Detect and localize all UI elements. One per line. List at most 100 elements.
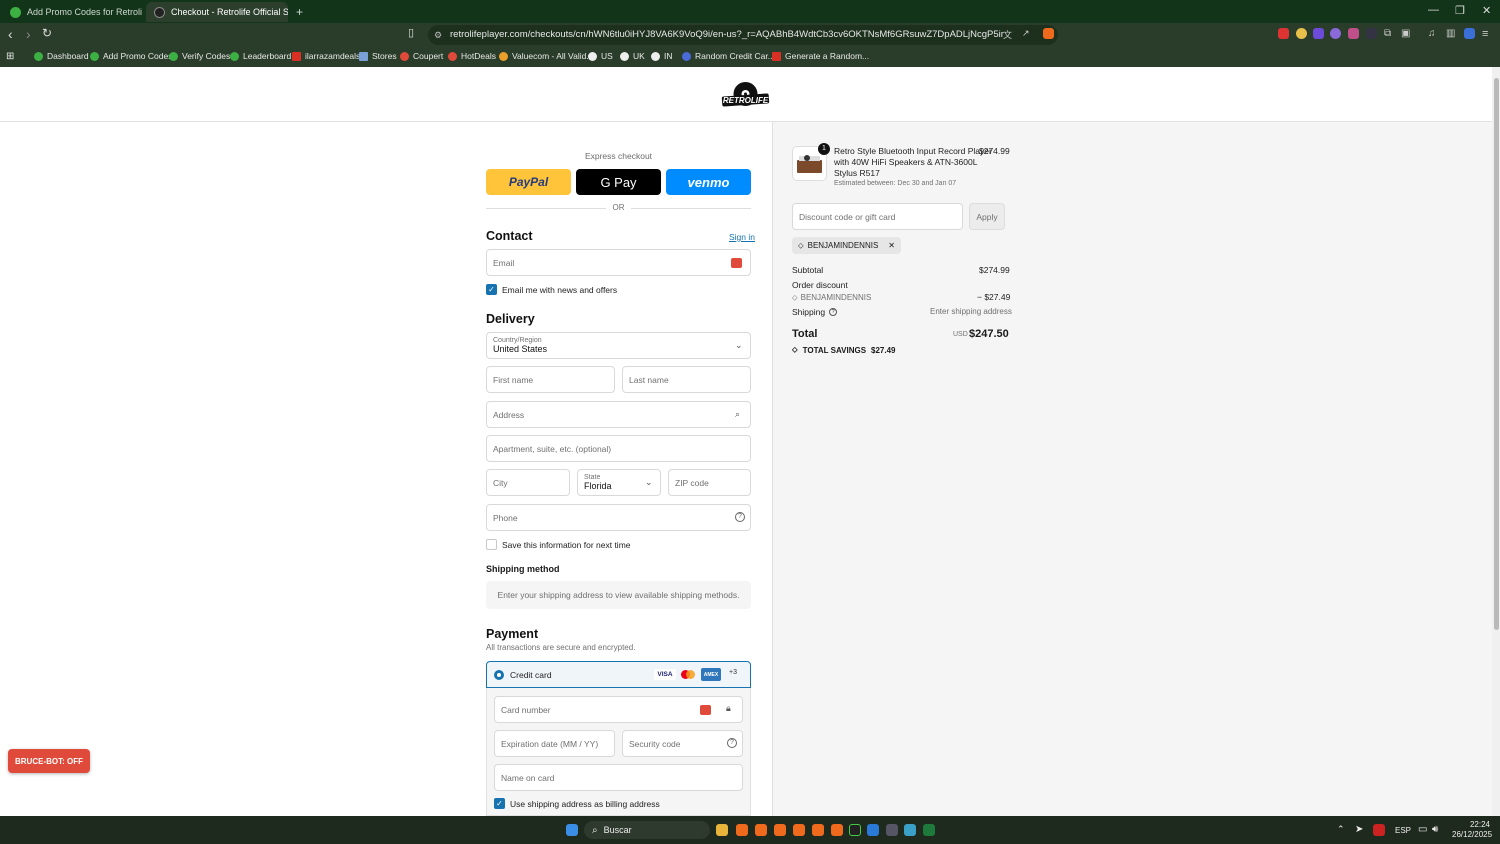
help-icon[interactable]: ? [727,738,737,748]
bookmark-coupert[interactable]: Coupert [400,51,443,61]
bookmark-leaderboard[interactable]: Leaderboard [230,51,291,61]
help-icon[interactable]: ? [829,308,838,316]
city-field[interactable]: City [486,469,570,496]
bookmark-add-promo-codes[interactable]: Add Promo Codes [90,51,172,61]
taskbar-search[interactable]: ⌕ Buscar [584,821,710,839]
tray-app-icon[interactable] [1373,824,1385,836]
google-pay-button[interactable]: G Pay [576,169,661,195]
bookmark-verify-codes[interactable]: Verify Codes [169,51,230,61]
forward-icon[interactable]: › [26,26,31,42]
bruce-bot-toggle[interactable]: BRUCE-BOT: OFF [8,749,90,773]
vpn-icon[interactable] [867,824,879,836]
bookmark-valuecom[interactable]: Valuecom - All Valid... [499,51,593,61]
state-select[interactable]: State Florida ⌄ [577,469,661,496]
bookmark-gmail[interactable]: ilarrazamdeals [292,51,360,61]
save-info-checkbox-row[interactable]: Save this information for next time [486,539,631,550]
brave-icon[interactable] [793,824,805,836]
tab-promo-codes[interactable]: Add Promo Codes for Retrolife — Si [2,2,142,22]
autofill-icon[interactable] [731,258,742,268]
apps-grid-icon[interactable]: ⊞ [6,51,14,62]
network-icon[interactable]: ▭ [1418,824,1430,836]
clock[interactable]: 22:24 26/12/2025 [1452,820,1492,840]
extension-icon[interactable] [1296,28,1307,39]
billing-same-checkbox[interactable]: ✓ [494,798,505,809]
volume-icon[interactable]: 🔊︎ [1432,824,1444,836]
address-field[interactable]: Address ⌕ [486,401,751,428]
site-info-icon[interactable]: ⚙ [434,25,442,45]
first-name-field[interactable]: First name [486,366,615,393]
brave-icon[interactable] [831,824,843,836]
bookmark-hotdeals[interactable]: HotDeals [448,51,496,61]
music-icon[interactable]: ♫ [1428,28,1439,39]
back-icon[interactable]: ‹ [8,26,13,42]
discount-code-field[interactable]: Discount code or gift card [792,203,963,230]
security-code-field[interactable]: Security code ? [622,730,743,757]
extension-icon[interactable] [1313,28,1324,39]
remove-code-icon[interactable]: ✕ [888,241,895,250]
leo-icon[interactable] [1464,28,1475,39]
share-icon[interactable]: ↗ [1022,28,1033,39]
card-number-field[interactable]: Card number 🔒︎ [494,696,743,723]
close-window-icon[interactable]: ✕ [1482,4,1491,17]
help-icon[interactable]: ? [735,512,745,522]
brave-icon[interactable] [736,824,748,836]
expiration-date-field[interactable]: Expiration date (MM / YY) [494,730,615,757]
phone-field[interactable]: Phone ? [486,504,751,531]
puzzle-icon[interactable]: ⧉ [1384,28,1395,39]
sidebar-icon[interactable]: ▥ [1446,28,1457,39]
credit-card-option[interactable]: Credit card VISA AMEX +3 [486,661,751,688]
last-name-field[interactable]: Last name [622,366,751,393]
restore-icon[interactable]: ❐ [1455,4,1465,17]
brave-icon[interactable] [755,824,767,836]
name-on-card-field[interactable]: Name on card [494,764,743,791]
newsletter-checkbox-row[interactable]: ✓ Email me with news and offers [486,284,617,295]
extension-badge-icon[interactable] [1278,28,1289,39]
menu-icon[interactable]: ≡ [1482,28,1493,40]
zip-code-field[interactable]: ZIP code [668,469,751,496]
bookmark-in[interactable]: IN [651,51,673,61]
minimize-icon[interactable]: — [1428,4,1439,16]
extension-icon[interactable] [1366,28,1377,39]
bookmark-us[interactable]: US [588,51,613,61]
tab-checkout[interactable]: Checkout - Retrolife Official Stor ✕ [146,2,288,22]
newsletter-checkbox[interactable]: ✓ [486,284,497,295]
calculator-icon[interactable] [886,824,898,836]
apartment-field[interactable]: Apartment, suite, etc. (optional) [486,435,751,462]
venmo-button[interactable]: venmo [666,169,751,195]
bookmark-random-credit-card[interactable]: Random Credit Car... [682,51,775,61]
bookmark-generate-random[interactable]: Generate a Random... [772,51,869,61]
scrollbar-thumb[interactable] [1494,78,1499,630]
save-info-checkbox[interactable] [486,539,497,550]
telegram-icon[interactable]: ➤ [1355,824,1367,836]
country-select[interactable]: Country/Region United States ⌄ [486,332,751,359]
billing-same-checkbox-row[interactable]: ✓ Use shipping address as billing addres… [494,798,660,809]
retrolife-logo[interactable]: RETROLIFE [719,81,772,111]
paypal-button[interactable]: PayPal [486,169,571,195]
bookmark-uk[interactable]: UK [620,51,645,61]
extension-icon[interactable] [1348,28,1359,39]
email-field[interactable]: Email [486,249,751,276]
autofill-icon[interactable] [700,705,711,715]
reload-icon[interactable]: ↻ [42,26,52,40]
language-indicator[interactable]: ESP [1395,826,1411,835]
bookmark-dashboard[interactable]: Dashboard [34,51,89,61]
file-explorer-icon[interactable] [716,824,728,836]
extension-icon[interactable] [1330,28,1341,39]
brave-shield-icon[interactable] [1043,28,1054,39]
bookmark-stores[interactable]: Stores [359,51,397,61]
terminal-icon[interactable] [849,824,861,836]
windows-start-icon[interactable] [566,824,578,836]
sign-in-link[interactable]: Sign in [729,232,755,242]
brave-icon[interactable] [774,824,786,836]
brave-icon[interactable] [812,824,824,836]
address-bar[interactable]: ⚙ retrolifeplayer.com/checkouts/cn/hWN6t… [428,25,1058,45]
app-icon[interactable] [904,824,916,836]
translate-icon[interactable]: 文 [1003,28,1014,40]
tray-chevron-icon[interactable]: ⌃ [1337,824,1345,835]
apply-button[interactable]: Apply [969,203,1005,230]
wallet-icon[interactable]: ▣ [1401,28,1412,39]
bookmark-icon[interactable]: ▯ [408,26,414,39]
credit-card-radio[interactable] [494,670,504,680]
excel-icon[interactable] [923,824,935,836]
new-tab-button[interactable]: + [292,2,310,22]
